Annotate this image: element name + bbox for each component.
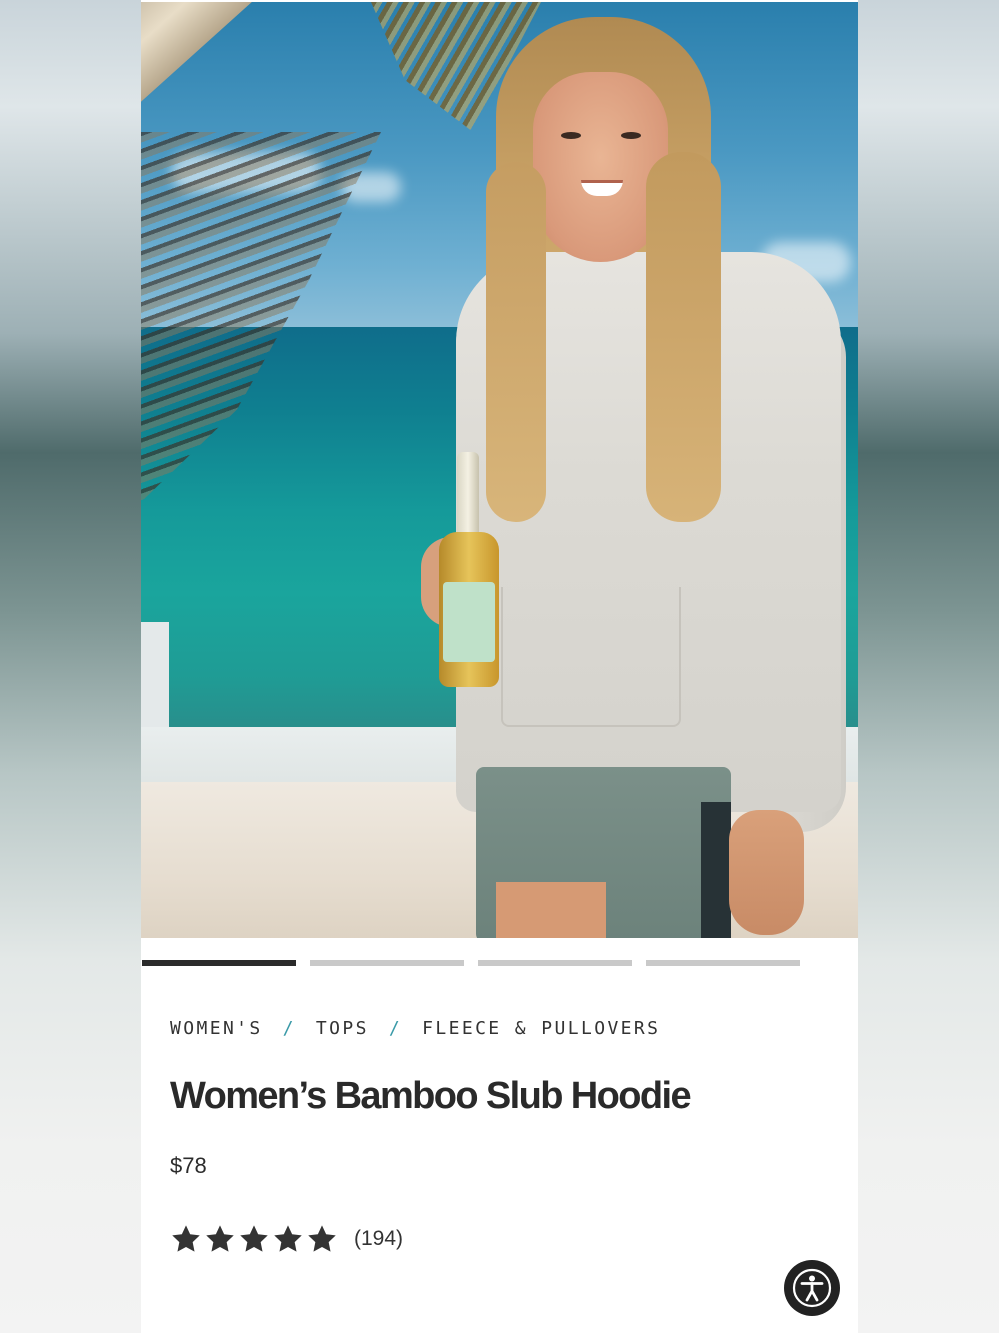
wall-post	[141, 622, 169, 732]
carousel-dot-4[interactable]	[646, 960, 800, 966]
breadcrumb-tops[interactable]: TOPS	[316, 1018, 369, 1039]
product-image[interactable]	[141, 2, 858, 938]
breadcrumb: WOMEN'S / TOPS / FLEECE & PULLOVERS	[170, 1018, 660, 1039]
breadcrumb-womens[interactable]: WOMEN'S	[170, 1018, 263, 1039]
carousel-indicators	[141, 960, 858, 970]
product-price: $78	[170, 1153, 207, 1178]
background-blur-right	[858, 0, 999, 1333]
accessibility-button[interactable]	[784, 1260, 840, 1316]
star-icon	[308, 1225, 336, 1252]
product-rating[interactable]: (194)	[170, 1223, 403, 1255]
hoodie-pocket	[501, 587, 681, 727]
carousel-dot-3[interactable]	[478, 960, 632, 966]
carousel-dot-1[interactable]	[142, 960, 296, 966]
model-leg	[496, 882, 606, 938]
review-count[interactable]: (194)	[354, 1227, 403, 1251]
shorts-stripe	[701, 802, 731, 938]
background-blur-left	[0, 0, 141, 1333]
model-eye	[561, 132, 581, 139]
product-title: Women’s Bamboo Slub Hoodie	[170, 1075, 692, 1117]
breadcrumb-fleece-pullovers[interactable]: FLEECE & PULLOVERS	[422, 1018, 660, 1039]
star-icon	[274, 1225, 302, 1252]
breadcrumb-separator: /	[388, 1018, 403, 1039]
accessibility-icon	[792, 1268, 832, 1308]
star-icon	[172, 1225, 200, 1252]
model-hair-front-right	[646, 152, 721, 522]
bottle	[439, 452, 499, 687]
breadcrumb-separator: /	[282, 1018, 296, 1039]
star-icon	[206, 1225, 234, 1252]
model-eye	[621, 132, 641, 139]
model-hand	[729, 810, 804, 935]
product-card: WOMEN'S / TOPS / FLEECE & PULLOVERS Women’s …	[141, 0, 858, 1333]
carousel-dot-2[interactable]	[310, 960, 464, 966]
star-icon	[240, 1225, 268, 1252]
